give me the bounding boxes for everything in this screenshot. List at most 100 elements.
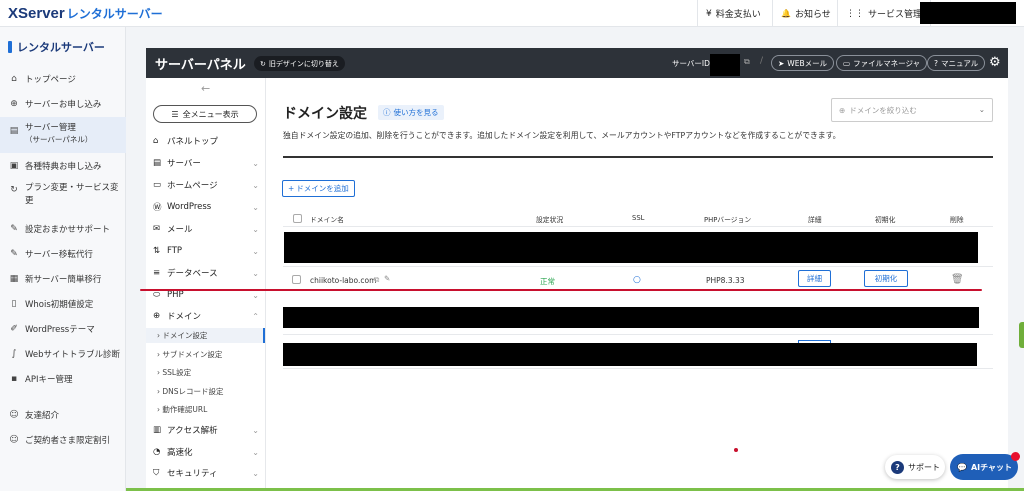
- sidebar-item-referral[interactable]: ☺ 友達紹介: [0, 407, 126, 423]
- php-icon: ⬭: [153, 290, 161, 300]
- domain-name: chiikoto-labo.com: [310, 276, 377, 285]
- sidebar-item-trouble-check[interactable]: ∫ Webサイトトラブル診断: [0, 346, 126, 362]
- server-id-label: サーバーID: [672, 59, 710, 68]
- sidebar-item-top[interactable]: ⌂ トップページ: [0, 71, 126, 87]
- nav-item-speed[interactable]: ◔ 高速化 ⌄: [146, 445, 265, 459]
- gift-icon: ▣: [9, 161, 19, 171]
- nav-item-mail[interactable]: ✉ メール ⌄: [146, 222, 265, 236]
- ai-chat-button[interactable]: 💬 AIチャット: [950, 454, 1018, 480]
- nav-item-access[interactable]: ▥ アクセス解析 ⌄: [146, 423, 265, 437]
- nav-sub-check-url[interactable]: › 動作確認URL: [146, 402, 265, 417]
- nav-item-ftp[interactable]: ⇅ FTP ⌄: [146, 244, 265, 258]
- nav-item-panel-top[interactable]: ⌂ パネルトップ: [146, 134, 265, 148]
- nav-item-domain[interactable]: ⊕ ドメイン ⌃: [146, 309, 265, 323]
- nav-item-security[interactable]: ⛉ セキュリティ ⌄: [146, 466, 265, 480]
- chevron-down-icon: ⌄: [252, 158, 259, 168]
- sidebar-item-migration-service[interactable]: ✎ サーバー移転代行: [0, 246, 126, 262]
- add-domain-button[interactable]: + ドメインを追加: [282, 180, 355, 197]
- domain-filter-select[interactable]: ⊕ ドメインを絞り込む ⌄: [831, 98, 993, 122]
- chevron-down-icon: ⌄: [252, 290, 259, 300]
- refresh-icon: ↻: [10, 185, 18, 195]
- sidebar-item-setup-support[interactable]: ✎ 設定おまかせサポート: [0, 221, 126, 237]
- person-icon: ☺: [9, 435, 19, 445]
- trash-icon[interactable]: 🗑: [951, 274, 964, 285]
- back-arrow-icon[interactable]: ←: [201, 82, 210, 95]
- detail-button[interactable]: 詳細: [798, 270, 831, 287]
- sidebar-item-apply[interactable]: ⊕ サーバーお申し込み: [0, 96, 126, 112]
- globe-icon: ⊕: [153, 311, 161, 321]
- menu-icon: ☰: [171, 109, 179, 119]
- col-ssl: SSL: [632, 214, 645, 222]
- row-checkbox[interactable]: [292, 275, 301, 284]
- server-stack-icon: [8, 41, 12, 53]
- all-menu-button[interactable]: ☰ 全メニュー表示: [153, 105, 257, 123]
- sidebar-item-plan-change[interactable]: ↻ プラン変更・サービス変更: [0, 182, 126, 210]
- sidebar-item-easy-migration[interactable]: ▦ 新サーバー簡単移行: [0, 271, 126, 287]
- sidebar-item-server-manage[interactable]: ▤ サーバー管理 （サーバーパネル）: [0, 117, 126, 153]
- sidebar-item-benefits[interactable]: ▣ 各種特典お申し込み: [0, 158, 126, 174]
- col-domain: ドメイン名: [310, 216, 344, 224]
- row-divider: [283, 368, 993, 369]
- chevron-up-icon: ⌃: [252, 311, 259, 321]
- copy-icon[interactable]: ⧉: [374, 275, 379, 285]
- bell-icon: 🔔: [781, 9, 791, 18]
- send-icon: ➤: [778, 58, 785, 68]
- refresh-icon: ↻: [260, 59, 266, 68]
- folder-icon: ▭: [843, 58, 851, 68]
- chevron-down-icon: ⌄: [252, 447, 259, 457]
- page-title: ドメイン設定: [283, 106, 367, 122]
- nav-item-server[interactable]: ▤ サーバー ⌄: [146, 156, 265, 170]
- payment-button[interactable]: ¥ 料金支払い: [697, 0, 769, 27]
- col-detail: 詳細: [808, 216, 822, 224]
- main-sidebar: レンタルサーバー ⌂ トップページ ⊕ サーバーお申し込み ▤ サーバー管理 （サーバー…: [0, 27, 126, 491]
- reset-button[interactable]: 初期化: [864, 270, 908, 287]
- nav-item-database[interactable]: ≡ データベース ⌄: [146, 266, 265, 280]
- sidebar-item-discount[interactable]: ☺ ご契約者さま限定割引: [0, 432, 126, 448]
- nav-sub-ssl[interactable]: › SSL設定: [146, 365, 265, 380]
- ftp-icon: ⇅: [153, 246, 161, 256]
- chat-bubble-icon: 💬: [957, 462, 967, 472]
- nav-item-homepage[interactable]: ▭ ホームページ ⌄: [146, 178, 265, 192]
- webmail-button[interactable]: ➤ WEBメール: [771, 55, 835, 71]
- nav-item-wordpress[interactable]: Ⓦ WordPress ⌄: [146, 200, 265, 214]
- server-icon: ▤: [153, 158, 162, 168]
- server-icon: ▤: [9, 126, 19, 136]
- gear-icon[interactable]: ⚙: [989, 55, 1001, 70]
- col-reset: 初期化: [875, 216, 896, 224]
- divider: [283, 156, 993, 158]
- old-design-button[interactable]: ↻ 旧デザインに切り替え: [254, 56, 345, 71]
- server-panel: サーバーパネル ↻ 旧デザインに切り替え サーバーID ⧉ / ➤ WEBメール ▭…: [146, 48, 1008, 491]
- database-icon: ≡: [153, 268, 161, 278]
- sidebar-item-whois[interactable]: ▯ Whois初期値設定: [0, 296, 126, 312]
- yen-icon: ¥: [706, 8, 712, 19]
- chevron-down-icon: ⌄: [252, 268, 259, 278]
- howto-button[interactable]: ⓘ 使い方を見る: [378, 105, 444, 120]
- service-manage-label: サービス管理: [868, 10, 923, 20]
- file-manager-button[interactable]: ▭ ファイルマネージャ: [836, 55, 928, 71]
- nav-sub-domain-settings[interactable]: › ドメイン設定: [146, 328, 265, 343]
- sidebar-item-api-key[interactable]: ▪ APIキー管理: [0, 371, 126, 387]
- service-manage-button[interactable]: ⋮⋮ サービス管理: [837, 0, 932, 27]
- logo-main: XServer: [8, 5, 65, 22]
- xserver-logo[interactable]: XServer レンタルサーバー: [8, 5, 163, 22]
- nav-sub-subdomain[interactable]: › サブドメイン設定: [146, 347, 265, 362]
- chart-icon: ▥: [153, 425, 162, 435]
- header-divider: [283, 226, 993, 227]
- grid-icon: ⋮⋮: [846, 8, 864, 19]
- side-feedback-tab[interactable]: [1019, 322, 1024, 348]
- edit-icon[interactable]: ✎: [384, 274, 390, 283]
- redacted-server-id: [710, 54, 740, 76]
- domain-settings-content: ドメイン設定 ⓘ 使い方を見る ⊕ ドメインを絞り込む ⌄ 独自ドメイン設定の追加、削…: [266, 78, 1008, 491]
- redacted-account: [920, 2, 1016, 24]
- manual-button[interactable]: ? マニュアル: [927, 55, 986, 71]
- sidebar-item-wp-theme[interactable]: ✐ WordPressテーマ: [0, 321, 126, 337]
- support-button[interactable]: ? サポート: [885, 455, 945, 479]
- notice-label: お知らせ: [794, 10, 831, 20]
- notice-button[interactable]: 🔔 お知らせ: [772, 0, 839, 27]
- redacted-row: [284, 232, 978, 263]
- logo-sub: レンタルサーバー: [66, 7, 163, 21]
- nav-sub-dns[interactable]: › DNSレコード設定: [146, 384, 265, 399]
- select-all-checkbox[interactable]: [293, 214, 302, 223]
- copy-icon[interactable]: ⧉: [744, 57, 750, 67]
- plus-circle-icon: ⊕: [10, 99, 18, 109]
